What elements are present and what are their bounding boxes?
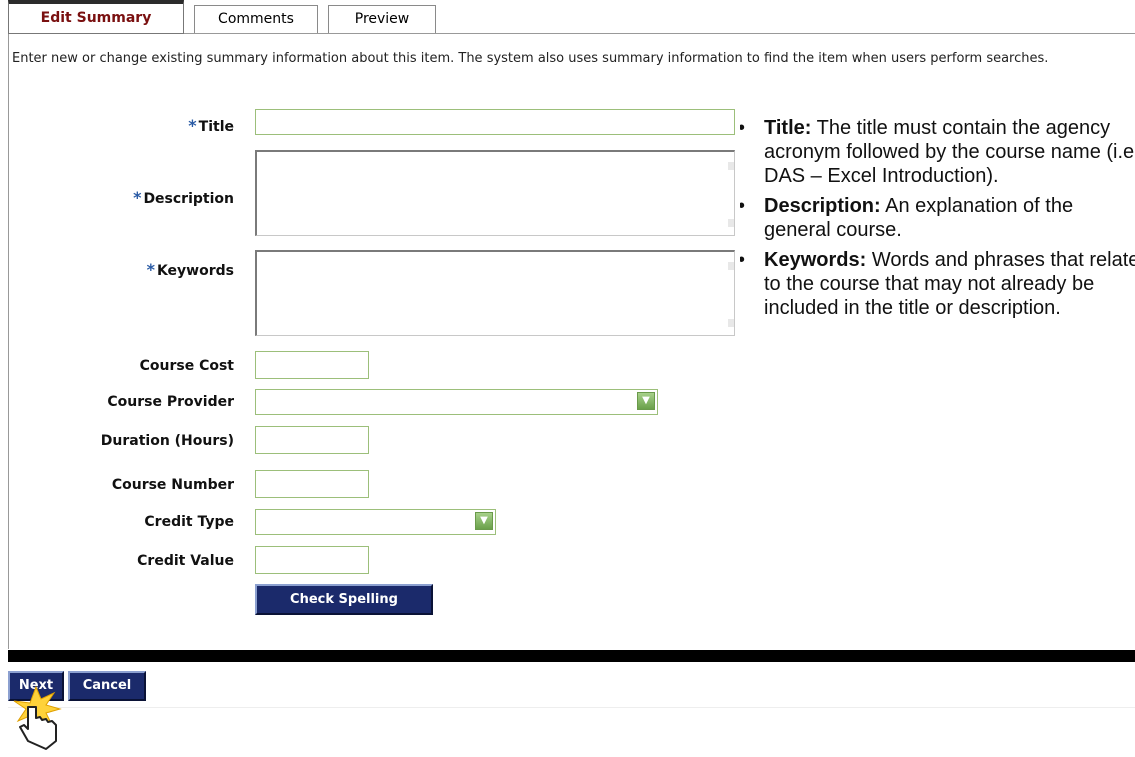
scroll-down-icon[interactable]	[728, 319, 734, 327]
bullet-icon: •	[740, 194, 745, 218]
bullet-icon: •	[740, 116, 745, 140]
scroll-down-icon[interactable]	[728, 219, 734, 227]
note-title: • Title: The title must contain the agen…	[740, 116, 1135, 188]
required-icon: *	[133, 188, 142, 207]
credit-value-label: Credit Value	[137, 553, 234, 569]
required-icon: *	[146, 260, 155, 279]
course-cost-label: Course Cost	[139, 358, 234, 374]
intro-text: Enter new or change existing summary inf…	[12, 51, 1049, 66]
tab-preview[interactable]: Preview	[328, 5, 436, 34]
title-input[interactable]	[255, 109, 735, 135]
footer-divider	[8, 707, 1135, 708]
course-provider-select[interactable]: ▼	[255, 389, 658, 415]
bullet-icon: •	[740, 248, 745, 272]
required-icon: *	[188, 116, 197, 135]
duration-label: Duration (Hours)	[100, 433, 234, 449]
course-cost-input[interactable]	[255, 351, 369, 379]
credit-value-input[interactable]	[255, 546, 369, 574]
credit-type-label: Credit Type	[144, 514, 234, 530]
scroll-up-icon[interactable]	[728, 162, 734, 170]
cancel-button[interactable]: Cancel	[68, 671, 146, 701]
tab-bar: Edit Summary Comments Preview	[8, 0, 1135, 34]
keywords-textarea[interactable]	[255, 250, 735, 336]
duration-input[interactable]	[255, 426, 369, 454]
panel-bottom-bar	[8, 650, 1135, 662]
note-description: • Description: An explanation of the gen…	[740, 194, 1135, 242]
scroll-up-icon[interactable]	[728, 262, 734, 270]
chevron-down-icon[interactable]: ▼	[475, 512, 493, 530]
title-label: * Title	[188, 116, 234, 135]
hand-pointer-icon	[13, 685, 62, 750]
credit-type-select[interactable]: ▼	[255, 509, 496, 535]
description-textarea[interactable]	[255, 150, 735, 236]
description-label: * Description	[133, 188, 234, 207]
course-number-label: Course Number	[111, 477, 234, 493]
note-keywords: • Keywords: Words and phrases that relat…	[740, 248, 1135, 320]
course-provider-label: Course Provider	[107, 394, 234, 410]
field-notes: • Title: The title must contain the agen…	[740, 116, 1135, 476]
course-number-input[interactable]	[255, 470, 369, 498]
keywords-label: * Keywords	[146, 260, 234, 279]
tab-comments[interactable]: Comments	[194, 5, 318, 34]
check-spelling-button[interactable]: Check Spelling	[255, 584, 433, 615]
chevron-down-icon[interactable]: ▼	[637, 392, 655, 410]
tab-edit-summary[interactable]: Edit Summary	[8, 0, 184, 34]
